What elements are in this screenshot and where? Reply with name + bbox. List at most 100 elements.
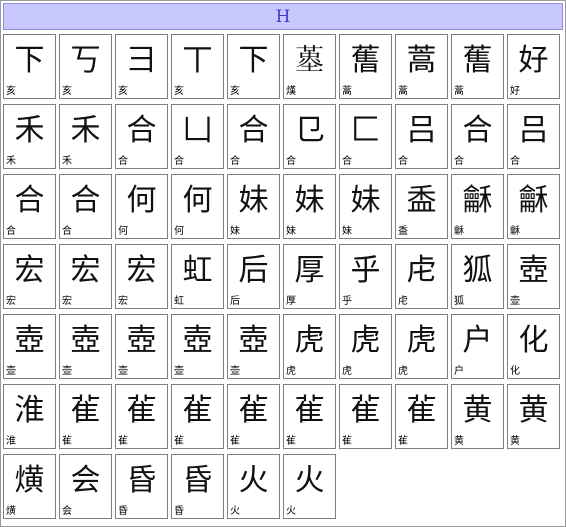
glyph-cell[interactable]: 黄黄 bbox=[507, 384, 560, 449]
ancient-glyph: 化 bbox=[518, 323, 549, 358]
glyph-cell[interactable]: 壺壶 bbox=[227, 314, 280, 379]
glyph-cell[interactable]: 后后 bbox=[227, 244, 280, 309]
glyph-cell[interactable]: 合合 bbox=[451, 104, 504, 169]
ancient-glyph: 狐 bbox=[462, 253, 493, 288]
glyph-cell[interactable]: 昏昏 bbox=[171, 454, 224, 519]
glyph-cell[interactable]: 雈雈 bbox=[395, 384, 448, 449]
glyph-cell[interactable]: 蒿蒿 bbox=[395, 34, 448, 99]
glyph-cell[interactable]: 禾禾 bbox=[59, 104, 112, 169]
glyph-cell[interactable]: 雈雈 bbox=[227, 384, 280, 449]
glyph-cell[interactable]: 户户 bbox=[451, 314, 504, 379]
glyph-cell[interactable]: 雈雈 bbox=[115, 384, 168, 449]
glyph-cell[interactable]: 会会 bbox=[59, 454, 112, 519]
glyph-cell[interactable]: 妹妹 bbox=[283, 174, 336, 239]
glyph-cell[interactable]: 合合 bbox=[227, 104, 280, 169]
glyph-label: 好 bbox=[510, 86, 520, 97]
glyph-cell[interactable]: 吕合 bbox=[395, 104, 448, 169]
glyph-label: 壶 bbox=[118, 366, 128, 377]
glyph-cell[interactable]: 淮淮 bbox=[3, 384, 56, 449]
ancient-glyph: 宏 bbox=[70, 253, 101, 288]
glyph-cell[interactable]: 𡏳熯 bbox=[283, 34, 336, 99]
ancient-glyph: 雈 bbox=[294, 393, 325, 428]
glyph-label: 禾 bbox=[6, 156, 16, 167]
glyph-cell[interactable]: 好好 bbox=[507, 34, 560, 99]
ancient-glyph: 雈 bbox=[126, 393, 157, 428]
glyph-cell[interactable]: 虎虎 bbox=[283, 314, 336, 379]
glyph-cell[interactable]: 壺壶 bbox=[59, 314, 112, 379]
glyph-cell[interactable]: 壺壶 bbox=[115, 314, 168, 379]
glyph-cell[interactable]: 𦾔蒿 bbox=[339, 34, 392, 99]
glyph-label: 盉 bbox=[398, 226, 408, 237]
glyph-cell[interactable]: 妹妹 bbox=[227, 174, 280, 239]
glyph-cell[interactable]: 凵合 bbox=[171, 104, 224, 169]
glyph-cell[interactable]: 壺壶 bbox=[507, 244, 560, 309]
ancient-glyph: 好 bbox=[518, 43, 549, 78]
glyph-cell[interactable]: 虹虹 bbox=[171, 244, 224, 309]
glyph-cell[interactable]: 宏宏 bbox=[115, 244, 168, 309]
glyph-cell[interactable]: 何何 bbox=[171, 174, 224, 239]
glyph-cell[interactable]: 壺壶 bbox=[3, 314, 56, 379]
ancient-glyph: 黄 bbox=[518, 393, 549, 428]
ancient-glyph: 壺 bbox=[126, 323, 157, 358]
glyph-cell[interactable]: 雈雈 bbox=[59, 384, 112, 449]
ancient-glyph: 火 bbox=[238, 463, 269, 498]
glyph-cell[interactable]: 雈雈 bbox=[339, 384, 392, 449]
glyph-cell[interactable]: 㔾合 bbox=[283, 104, 336, 169]
glyph-label: 雈 bbox=[286, 436, 296, 447]
ancient-glyph: 昏 bbox=[182, 463, 213, 498]
glyph-cell[interactable]: 妹妹 bbox=[339, 174, 392, 239]
glyph-cell[interactable]: 乎乎 bbox=[339, 244, 392, 309]
glyph-cell[interactable]: 化化 bbox=[507, 314, 560, 379]
glyph-cell[interactable]: 下亥 bbox=[3, 34, 56, 99]
glyph-label: 亥 bbox=[6, 86, 16, 97]
glyph-cell[interactable]: 丅亥 bbox=[171, 34, 224, 99]
glyph-cell[interactable]: 虎虎 bbox=[395, 314, 448, 379]
glyph-cell[interactable]: 合合 bbox=[115, 104, 168, 169]
glyph-cell[interactable]: 龢龢 bbox=[507, 174, 560, 239]
ancient-glyph: 龢 bbox=[462, 183, 493, 218]
glyph-label: 厚 bbox=[286, 296, 296, 307]
ancient-glyph: 宏 bbox=[126, 253, 157, 288]
glyph-cell[interactable]: 厚厚 bbox=[283, 244, 336, 309]
glyph-label: 雈 bbox=[62, 436, 72, 447]
glyph-label: 合 bbox=[6, 226, 16, 237]
glyph-cell[interactable]: 虎虎 bbox=[339, 314, 392, 379]
glyph-label: 宏 bbox=[62, 296, 72, 307]
glyph-cell[interactable]: 火火 bbox=[227, 454, 280, 519]
glyph-cell[interactable]: 狐狐 bbox=[451, 244, 504, 309]
glyph-label: 虹 bbox=[174, 296, 184, 307]
glyph-cell[interactable]: 吕合 bbox=[507, 104, 560, 169]
glyph-cell[interactable]: 下亥 bbox=[227, 34, 280, 99]
glyph-label: 合 bbox=[454, 156, 464, 167]
glyph-cell[interactable]: 雈雈 bbox=[283, 384, 336, 449]
glyph-cell[interactable]: 虍虍 bbox=[395, 244, 448, 309]
glyph-label: 壶 bbox=[6, 366, 16, 377]
glyph-cell[interactable]: 黄黄 bbox=[451, 384, 504, 449]
glyph-cell[interactable]: 雈雈 bbox=[171, 384, 224, 449]
glyph-label: 淮 bbox=[6, 436, 16, 447]
glyph-cell[interactable]: 禾禾 bbox=[3, 104, 56, 169]
ancient-glyph: 宏 bbox=[14, 253, 45, 288]
glyph-label: 虎 bbox=[342, 366, 352, 377]
glyph-cell[interactable]: 熿熿 bbox=[3, 454, 56, 519]
ancient-glyph: 壺 bbox=[238, 323, 269, 358]
glyph-cell[interactable]: 𦾔蒿 bbox=[451, 34, 504, 99]
glyph-label: 雈 bbox=[118, 436, 128, 447]
glyph-cell[interactable]: 盉盉 bbox=[395, 174, 448, 239]
glyph-cell[interactable]: 合合 bbox=[59, 174, 112, 239]
glyph-label: 熿 bbox=[6, 506, 16, 517]
glyph-cell[interactable]: 宏宏 bbox=[59, 244, 112, 309]
glyph-cell[interactable]: 昏昏 bbox=[115, 454, 168, 519]
glyph-cell[interactable]: 龢龢 bbox=[451, 174, 504, 239]
glyph-cell[interactable]: 火火 bbox=[283, 454, 336, 519]
glyph-cell[interactable]: 宏宏 bbox=[3, 244, 56, 309]
ancient-glyph: 禾 bbox=[14, 113, 45, 148]
glyph-cell[interactable]: 何何 bbox=[115, 174, 168, 239]
glyph-cell[interactable]: 壺壶 bbox=[171, 314, 224, 379]
ancient-glyph: 盉 bbox=[406, 183, 437, 218]
glyph-cell[interactable]: 丂亥 bbox=[59, 34, 112, 99]
glyph-cell[interactable]: 彐亥 bbox=[115, 34, 168, 99]
glyph-label: 雈 bbox=[230, 436, 240, 447]
glyph-cell[interactable]: 合合 bbox=[3, 174, 56, 239]
glyph-cell[interactable]: 匚合 bbox=[339, 104, 392, 169]
